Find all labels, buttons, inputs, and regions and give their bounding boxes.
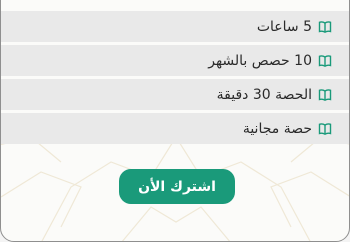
plan-card: 5 ساعات 10 حصص بالشهر الحصة 30 دقيقة حصة… <box>0 0 350 242</box>
subscribe-button[interactable]: اشترك الأن <box>119 169 235 204</box>
feature-item: الحصة 30 دقيقة <box>1 79 349 110</box>
feature-label: حصة مجانية <box>242 120 312 137</box>
open-book-icon <box>318 54 332 67</box>
feature-label: الحصة 30 دقيقة <box>216 86 312 103</box>
feature-label: 5 ساعات <box>256 18 312 35</box>
open-book-icon <box>318 88 332 101</box>
feature-item: 5 ساعات <box>1 11 349 42</box>
feature-item: 10 حصص بالشهر <box>1 45 349 76</box>
feature-item: حصة مجانية <box>1 113 349 144</box>
open-book-icon <box>318 20 332 33</box>
feature-label: 10 حصص بالشهر <box>208 52 312 69</box>
open-book-icon <box>318 122 332 135</box>
